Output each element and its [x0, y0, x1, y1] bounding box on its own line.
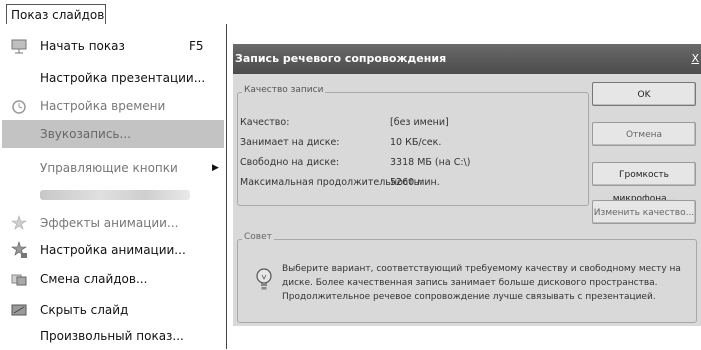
menu-item-rehearse-timings[interactable]: Настройка времени	[0, 92, 226, 120]
menu-item-label: Настройка анимации...	[40, 243, 186, 257]
dialog-titlebar[interactable]: Запись речевого сопровождения X	[233, 44, 701, 74]
rehearse-timings-icon	[12, 100, 26, 114]
animation-effects-icon	[11, 214, 27, 230]
group-label: Совет	[242, 232, 274, 242]
menu-item-label: Произвольный показ...	[40, 329, 184, 343]
quality-row-value: [без имени]	[390, 117, 449, 128]
menu-title-slide-show[interactable]: Показ слайдов	[6, 4, 106, 24]
slide-transition-icon	[11, 274, 27, 286]
menu-item-action-buttons[interactable]: Управляющие кнопки ▶	[0, 154, 226, 182]
change-quality-button[interactable]: Изменить качество...	[592, 200, 696, 224]
menu-item-presentation-setup[interactable]: Настройка презентации...	[0, 64, 226, 92]
menu-item-label: Настройка презентации...	[40, 71, 206, 85]
close-button[interactable]: X	[691, 44, 699, 74]
shortcut-label: F5	[189, 39, 204, 53]
menu-item-label: Управляющие кнопки	[40, 161, 178, 175]
dialog-title: Запись речевого сопровождения	[235, 52, 447, 65]
menu-item-animation-effects[interactable]: Эффекты анимации...	[0, 209, 226, 237]
record-narration-dialog: Запись речевого сопровождения X Качество…	[233, 44, 701, 326]
menu-item-label: Начать показ	[40, 39, 125, 53]
menu-item-custom-animation[interactable]: Настройка анимации...	[0, 236, 226, 264]
menu-item-custom-show[interactable]: Произвольный показ...	[0, 322, 226, 350]
recording-quality-group: Качество записи Качество: [без имени] За…	[237, 85, 589, 206]
menu-item-label: Настройка времени	[40, 99, 166, 113]
quality-row-key: Качество:	[240, 117, 290, 128]
custom-animation-icon	[11, 241, 27, 258]
menu-item-hide-slide[interactable]: Скрыть слайд	[0, 296, 226, 324]
quality-row-key: Занимает на диске:	[240, 137, 340, 148]
hide-slide-icon	[11, 304, 27, 316]
menu-item-label: Эффекты анимации...	[40, 216, 179, 230]
menu-item-blurred	[0, 181, 226, 209]
slideshow-icon	[11, 39, 27, 54]
menu-item-label: Смена слайдов...	[40, 272, 148, 286]
tip-text: Выберите вариант, соответствующий требуе…	[282, 264, 681, 302]
mic-level-button[interactable]: Громкость микрофона...	[592, 162, 696, 204]
menu-item-start-show[interactable]: Начать показ F5	[0, 32, 226, 60]
menu-item-record-narration[interactable]: Звукозапись...	[2, 120, 224, 148]
blurred-menu-text	[40, 190, 190, 200]
quality-row-value: 5260 мин.	[390, 177, 440, 188]
submenu-arrow-icon: ▶	[212, 163, 219, 173]
quality-row-key: Свободно на диске:	[240, 157, 340, 168]
slide-show-menu: Начать показ F5 Настройка презентации...…	[0, 24, 227, 349]
lightbulb-icon	[256, 268, 272, 290]
cancel-button[interactable]: Отмена	[592, 122, 696, 146]
menu-item-label: Скрыть слайд	[40, 303, 129, 317]
quality-row-value: 10 КБ/сек.	[390, 137, 442, 148]
ok-button[interactable]: OK	[592, 82, 696, 106]
menu-item-slide-transition[interactable]: Смена слайдов...	[0, 265, 226, 293]
menu-item-label: Звукозапись...	[40, 127, 131, 141]
quality-row-value: 3318 МБ (на C:\)	[390, 157, 471, 168]
tip-group: Совет Выберите вариант, соответствующий …	[237, 232, 697, 323]
group-label: Качество записи	[242, 85, 326, 95]
